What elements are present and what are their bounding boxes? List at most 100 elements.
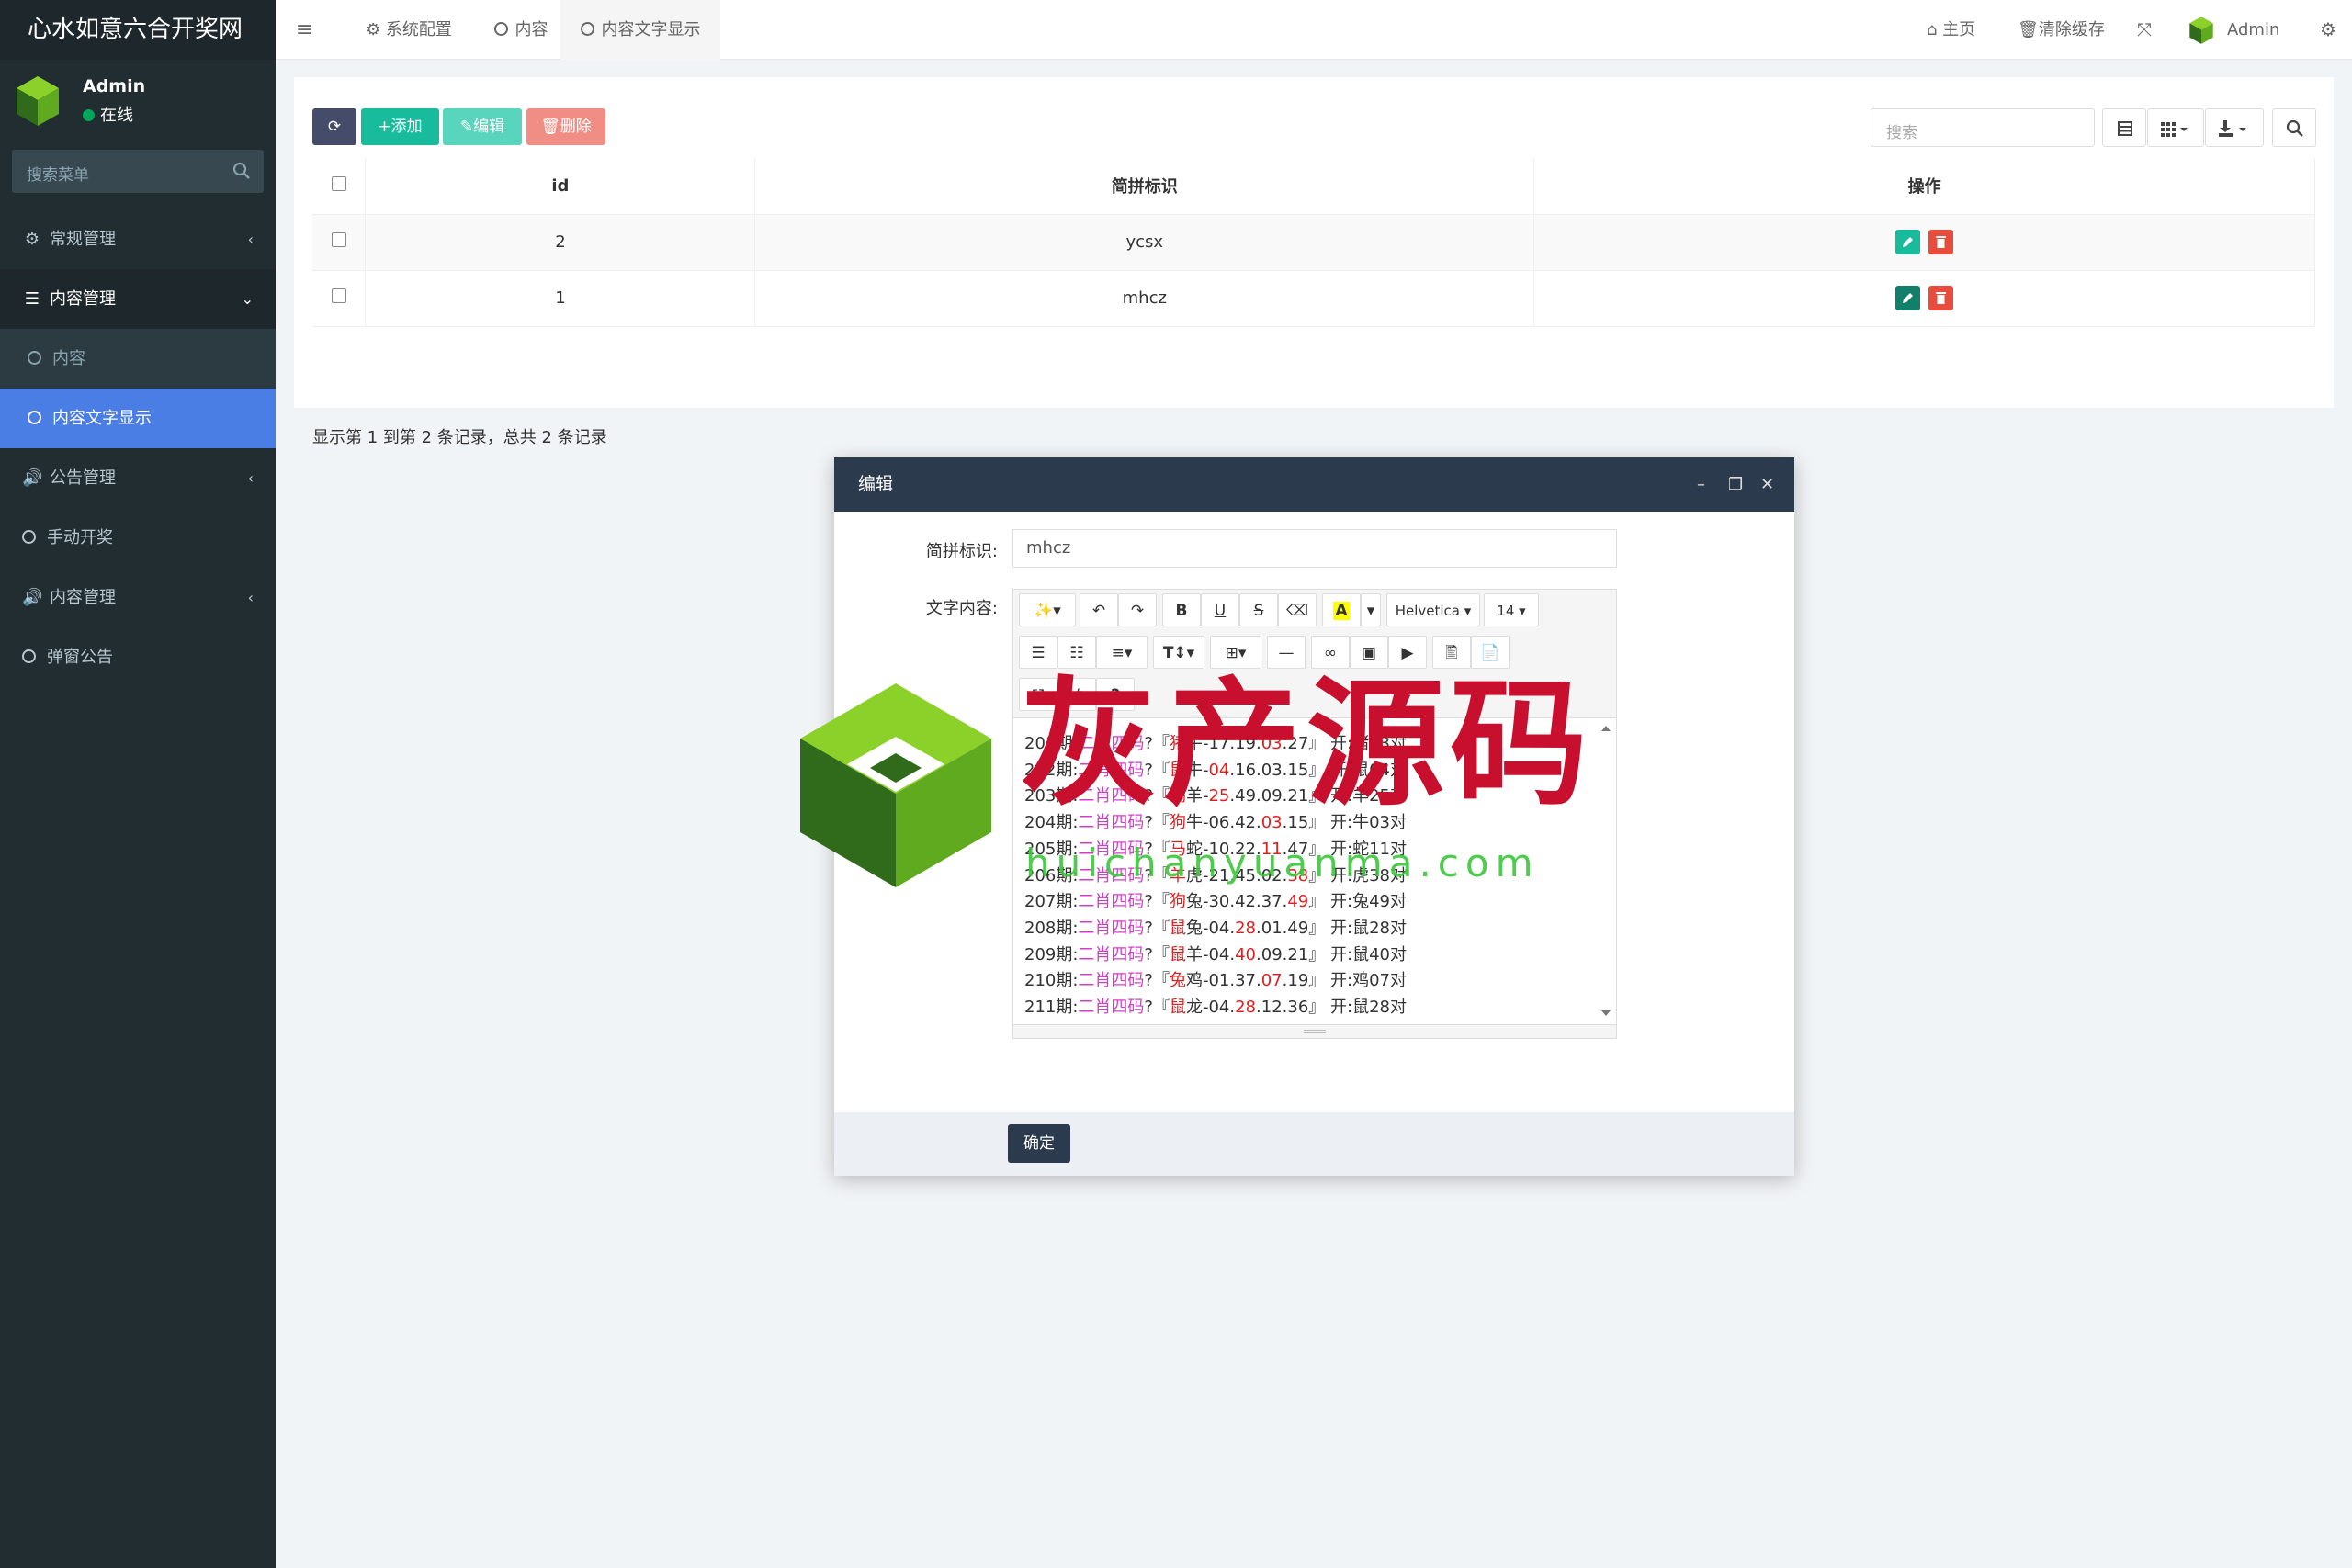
text-color-dropdown[interactable]: ▾ xyxy=(1361,593,1381,626)
chevron-down-icon: ⌄ xyxy=(241,290,254,308)
sidebar-item-notice[interactable]: 🔊 公告管理 ‹ xyxy=(0,448,276,508)
delete-button[interactable]: 🗑删除 xyxy=(526,108,605,145)
line-result: 开:鼠28对 xyxy=(1330,918,1407,938)
sidebar-item-general[interactable]: ⚙ 常规管理 ‹ xyxy=(0,209,276,269)
sidebar-item-label: 公告管理 xyxy=(50,468,116,488)
line-z2: 龙 xyxy=(1185,998,1203,1018)
line-result: 开:兔49对 xyxy=(1330,892,1407,912)
tab-content[interactable]: 内容 xyxy=(480,0,562,60)
line-q: ?『 xyxy=(1144,944,1170,964)
search-button[interactable] xyxy=(2272,108,2316,147)
sidebar-item-popup[interactable]: 弹窗公告 xyxy=(0,627,276,687)
chevron-left-icon: ‹ xyxy=(247,589,254,606)
magic-style-button[interactable]: ✨▾ xyxy=(1019,593,1076,626)
row-select-cell xyxy=(312,270,367,327)
select-all-checkbox[interactable] xyxy=(331,175,346,191)
bold-button[interactable]: B xyxy=(1162,593,1201,626)
redo-button[interactable]: ↷ xyxy=(1118,593,1157,626)
row-edit-button[interactable] xyxy=(1894,230,1920,254)
line-period: 211期: xyxy=(1024,998,1079,1018)
confirm-button[interactable]: 确定 xyxy=(1008,1124,1070,1163)
avatar xyxy=(17,76,59,126)
font-family-select[interactable]: Helvetica ▾ xyxy=(1386,593,1480,626)
home-link[interactable]: ⌂ 主页 xyxy=(1927,0,1975,60)
pencil-icon: ✎ xyxy=(459,118,474,136)
line-period: 210期: xyxy=(1024,971,1079,991)
edit-button[interactable]: ✎编辑 xyxy=(443,108,522,145)
undo-button[interactable]: ↶ xyxy=(1080,593,1118,626)
editor-resize-handle[interactable] xyxy=(1013,1024,1616,1038)
line-nums-b: 』 xyxy=(1308,892,1326,912)
line-period: 209期: xyxy=(1024,944,1079,964)
search-icon[interactable] xyxy=(232,162,251,180)
field-content-label: 文字内容: xyxy=(925,599,998,618)
code-input[interactable]: mhcz xyxy=(1012,529,1617,568)
line-hl: 49 xyxy=(1287,892,1309,912)
caret-down-icon: ▾ xyxy=(1366,602,1375,620)
add-button[interactable]: +添加 xyxy=(361,108,439,145)
underline-button[interactable]: U xyxy=(1201,593,1239,626)
menu-toggle-icon[interactable]: ≡ xyxy=(296,0,312,60)
magic-icon: ✨▾ xyxy=(1034,602,1061,620)
row-edit-button[interactable] xyxy=(1894,286,1920,310)
line-z1: 狗 xyxy=(1169,892,1186,912)
line-result: 开:鸡07对 xyxy=(1330,971,1407,991)
sidebar-item-label: 内容 xyxy=(52,349,85,368)
row-checkbox[interactable] xyxy=(331,232,346,247)
toggle-view-button[interactable] xyxy=(2102,108,2146,147)
editor-scrollbar[interactable] xyxy=(1596,718,1616,1024)
column-header-id[interactable]: id xyxy=(365,158,756,215)
table-search-input[interactable]: 搜索 xyxy=(1871,108,2095,147)
sidebar-search-input[interactable]: 搜索菜单 xyxy=(12,150,264,193)
font-name-value: Helvetica xyxy=(1395,603,1460,619)
line-z2: 兔 xyxy=(1185,892,1203,912)
sidebar-item-manual-draw[interactable]: 手动开奖 xyxy=(0,508,276,568)
sidebar-item-content-mgmt[interactable]: ☰ 内容管理 ⌄ xyxy=(0,269,276,329)
line-tag: 二肖四码 xyxy=(1078,892,1145,912)
sidebar-item-content[interactable]: 内容 xyxy=(0,329,276,389)
tab-content-text[interactable]: 内容文字显示 xyxy=(560,0,720,60)
tab-system-config[interactable]: ⚙ 系统配置 xyxy=(349,0,469,60)
column-header-code[interactable]: 简拼标识 xyxy=(754,158,1535,215)
table-row: 1 mhcz xyxy=(312,270,2315,327)
sidebar-item-label: 弹窗公告 xyxy=(47,648,113,667)
eraser-button[interactable]: ⌫ xyxy=(1278,593,1317,626)
pencil-icon xyxy=(1902,293,1913,303)
image-icon: ▣ xyxy=(1361,644,1377,662)
row-delete-button[interactable] xyxy=(1928,286,1954,310)
text-color-button[interactable]: A xyxy=(1322,593,1361,626)
cell-code: mhcz xyxy=(754,270,1535,327)
minimize-icon[interactable]: – xyxy=(1697,457,1705,512)
sidebar-item-content-mgmt-2[interactable]: 🔊 内容管理 ‹ xyxy=(0,568,276,627)
export-button[interactable] xyxy=(2205,108,2264,147)
refresh-button[interactable]: ⟳ xyxy=(312,108,356,145)
line-z2: 羊 xyxy=(1185,944,1203,964)
admin-name: Admin xyxy=(2227,20,2280,39)
admin-menu[interactable]: Admin xyxy=(2188,0,2279,60)
close-icon[interactable]: ✕ xyxy=(1760,457,1774,512)
brand-title[interactable]: 心水如意六合开奖网 xyxy=(0,0,276,60)
fullscreen-icon[interactable]: ⤧ xyxy=(2137,0,2152,60)
list-icon: ☰ xyxy=(24,289,40,309)
strikethrough-button[interactable]: S xyxy=(1239,593,1278,626)
font-size-select[interactable]: 14 ▾ xyxy=(1484,593,1539,626)
clear-cache-button[interactable]: 🗑清除缓存 xyxy=(2018,0,2105,60)
clear-cache-label: 清除缓存 xyxy=(2038,20,2105,39)
sidebar-item-content-text[interactable]: 内容文字显示 xyxy=(0,389,276,448)
trash-icon xyxy=(1936,236,1947,248)
sidebar-search-placeholder: 搜索菜单 xyxy=(27,166,89,185)
line-hl: 07 xyxy=(1261,971,1283,991)
row-checkbox[interactable] xyxy=(331,288,346,303)
editor-line: 209期:二肖四码?『鼠羊-04.40.09.21』 开:鼠40对 xyxy=(1024,942,1605,969)
editor-line: 211期:二肖四码?『鼠龙-04.28.12.36』 开:鼠28对 xyxy=(1024,995,1605,1021)
editor-line: 208期:二肖四码?『鼠兔-04.28.01.49』 开:鼠28对 xyxy=(1024,916,1605,942)
line-nums-a: -04. xyxy=(1202,918,1236,938)
cogs-icon[interactable]: ⚙ xyxy=(2320,0,2336,60)
maximize-icon[interactable]: ❐ xyxy=(1728,457,1743,512)
sidebar-item-label: 内容管理 xyxy=(50,289,116,309)
line-tag: 二肖四码 xyxy=(1078,998,1145,1018)
circle-icon xyxy=(493,22,508,36)
columns-button[interactable] xyxy=(2147,108,2204,147)
field-code-label: 简拼标识: xyxy=(925,542,998,561)
row-delete-button[interactable] xyxy=(1928,230,1954,254)
